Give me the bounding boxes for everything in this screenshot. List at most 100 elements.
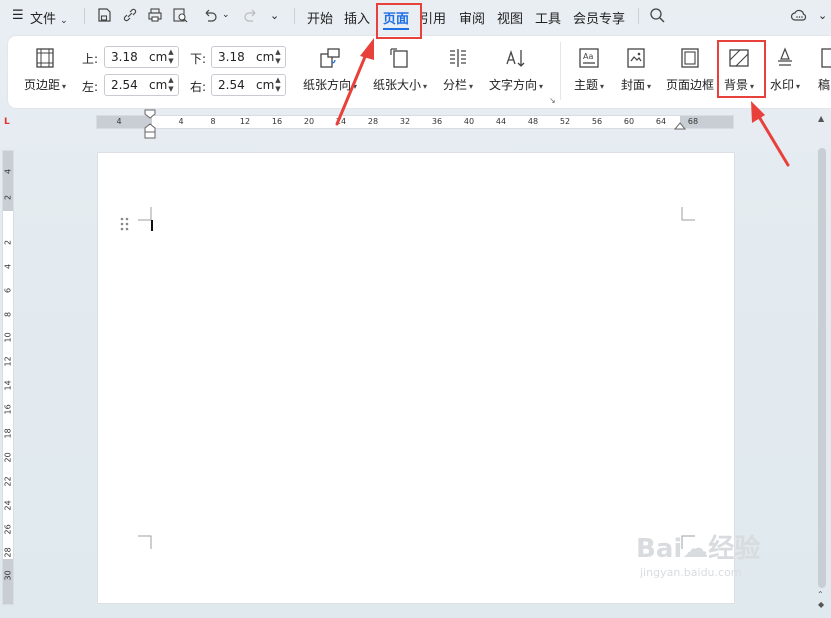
svg-text:Aa: Aa	[583, 52, 593, 61]
partial-label: 稿	[818, 78, 831, 92]
horizontal-ruler[interactable]: 4 4 8 12 16 20 24 28 32 36 40 44 48 52 5…	[96, 115, 734, 129]
tab-tools[interactable]: 工具	[535, 8, 561, 27]
ruler-tick: 64	[655, 117, 667, 126]
orientation-label: 纸张方向	[303, 78, 352, 92]
right-margin-label: 右:	[190, 80, 207, 94]
ruler-tab-selector-icon[interactable]: L	[4, 117, 10, 127]
tab-member[interactable]: 会员专享	[573, 8, 625, 27]
vertical-scrollbar[interactable]: ▲ ⌃ ◆	[814, 110, 831, 618]
spinner-arrows-icon[interactable]: ▲ ▼	[274, 76, 282, 94]
text-direction-label: 文字方向	[489, 78, 538, 92]
ruler-tick: 30	[3, 570, 13, 581]
page-setup-launcher-icon[interactable]: ↘	[549, 96, 556, 105]
margin-corner-mark	[138, 535, 152, 549]
margins-icon	[36, 48, 54, 68]
page-nav-icon[interactable]: ◆	[818, 600, 824, 609]
right-indent-marker-icon[interactable]	[674, 121, 686, 131]
ruler-tick: 68	[687, 117, 699, 126]
ribbon-toolbar: 页边距 ▾ 上: 3.18 cm ▲ ▼ 下: 3.18 cm ▲ ▼ 左: 2.54 cm…	[8, 36, 831, 108]
text-cursor	[151, 220, 153, 231]
ruler-tick: 26	[3, 524, 13, 535]
share-link-icon[interactable]	[122, 7, 138, 23]
hamburger-menu-icon[interactable]: ☰	[12, 8, 24, 23]
tab-review[interactable]: 审阅	[459, 8, 485, 27]
separator	[638, 8, 639, 24]
file-menu[interactable]: 文件 ⌄	[30, 8, 68, 27]
page-border-button[interactable]: 页面边框	[666, 46, 714, 93]
tab-view[interactable]: 视图	[497, 8, 523, 27]
ruler-tick: 16	[271, 117, 283, 126]
drag-handle-icon[interactable]	[120, 217, 130, 231]
separator	[294, 8, 295, 24]
left-margin-field[interactable]: 2.54 cm ▲ ▼	[104, 74, 179, 96]
paper-size-button[interactable]: 纸张大小 ▾	[373, 46, 427, 93]
separator	[84, 8, 85, 24]
ruler-tick: 4	[3, 263, 13, 270]
ruler-tick: 4	[116, 117, 122, 126]
right-margin-field[interactable]: 2.54 cm ▲ ▼	[211, 74, 286, 96]
search-icon[interactable]	[649, 7, 665, 23]
ruler-tick: 20	[3, 452, 13, 463]
watermark-icon	[778, 47, 793, 66]
more-options-icon[interactable]: ⌄	[818, 9, 827, 22]
save-icon[interactable]	[96, 7, 112, 23]
highlight-background-button	[717, 40, 766, 98]
cloud-icon[interactable]	[790, 7, 808, 23]
spinner-arrows-icon[interactable]: ▲ ▼	[274, 48, 282, 66]
columns-icon	[450, 49, 467, 67]
ruler-tick: 48	[527, 117, 539, 126]
theme-button[interactable]: Aa 主题 ▾	[574, 46, 604, 93]
more-dropdown-icon[interactable]: ⌄	[270, 9, 279, 22]
watermark-label: 水印	[770, 78, 795, 92]
vertical-ruler[interactable]: 4 2 2 4 6 8 10 12 14 16 18 20 22 24 26 2…	[2, 150, 14, 605]
tab-insert[interactable]: 插入	[344, 8, 370, 27]
ruler-tick: 28	[3, 547, 13, 558]
indent-marker-icon[interactable]	[144, 109, 156, 139]
page-border-icon	[681, 48, 699, 68]
spinner-arrows-icon[interactable]: ▲ ▼	[167, 76, 175, 94]
ruler-tick: 6	[3, 287, 13, 294]
redo-icon[interactable]	[243, 7, 259, 23]
bottom-margin-value: 3.18	[218, 50, 245, 64]
watermark-url: jingyan.baidu.com	[640, 566, 742, 579]
left-margin-label: 左:	[82, 80, 99, 94]
margin-corner-mark	[681, 207, 695, 221]
paper-size-label: 纸张大小	[373, 78, 422, 92]
print-preview-icon[interactable]	[172, 7, 188, 23]
theme-label: 主题	[574, 78, 599, 92]
text-direction-button[interactable]: 文字方向 ▾	[489, 46, 543, 93]
margin-corner-mark	[138, 207, 152, 221]
undo-icon[interactable]	[202, 7, 218, 23]
tab-home[interactable]: 开始	[307, 8, 333, 27]
bottom-margin-label: 下:	[190, 52, 207, 66]
top-margin-value: 3.18	[111, 50, 138, 64]
ruler-tick: 2	[3, 194, 13, 201]
margins-label: 页边距	[24, 78, 61, 92]
brand-watermark: Bai☁经验	[636, 534, 761, 564]
ruler-tick: 40	[463, 117, 475, 126]
ruler-tick: 60	[623, 117, 635, 126]
tab-references[interactable]: 引用	[420, 8, 446, 27]
watermark-button[interactable]: 水印 ▾	[770, 46, 800, 93]
margins-button[interactable]: 页边距 ▾	[24, 46, 66, 93]
print-icon[interactable]	[147, 7, 163, 23]
prev-page-icon[interactable]: ⌃	[817, 590, 824, 599]
ruler-tick: 56	[591, 117, 603, 126]
ruler-tick: 24	[3, 500, 13, 511]
columns-label: 分栏	[443, 78, 468, 92]
orientation-button[interactable]: 纸张方向 ▾	[303, 46, 357, 93]
top-margin-field[interactable]: 3.18 cm ▲ ▼	[104, 46, 179, 68]
undo-dropdown-icon[interactable]: ⌄	[222, 10, 230, 20]
scroll-up-icon[interactable]: ▲	[818, 114, 824, 123]
ruler-tick: 4	[178, 117, 184, 126]
orientation-icon	[320, 48, 340, 68]
spinner-arrows-icon[interactable]: ▲ ▼	[167, 48, 175, 66]
columns-button[interactable]: 分栏 ▾	[443, 46, 473, 93]
ruler-tick: 8	[210, 117, 216, 126]
ruler-tick: 16	[3, 404, 13, 415]
partial-button[interactable]: 稿	[818, 46, 831, 93]
cover-button[interactable]: 封面 ▾	[621, 46, 651, 93]
scrollbar-thumb[interactable]	[818, 148, 826, 588]
bottom-margin-field[interactable]: 3.18 cm ▲ ▼	[211, 46, 286, 68]
left-margin-value: 2.54	[111, 78, 138, 92]
